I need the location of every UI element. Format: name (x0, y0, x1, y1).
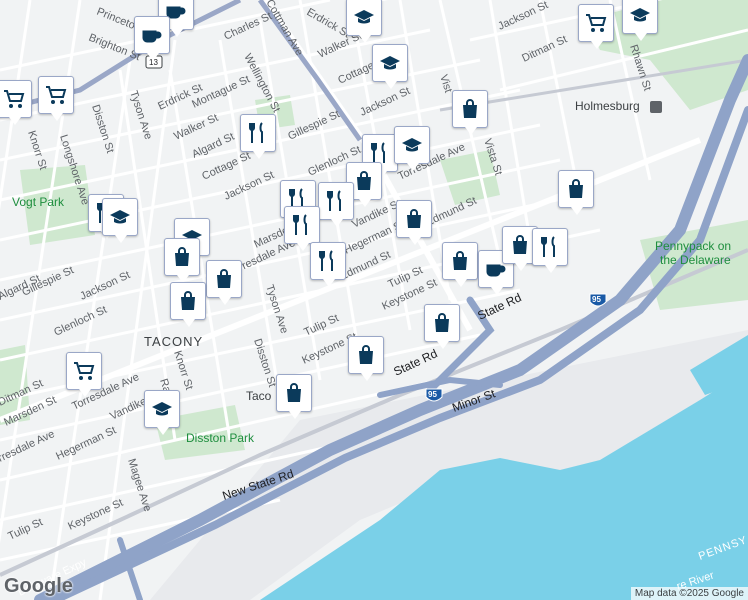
coffee-marker[interactable] (134, 16, 170, 61)
school-icon (110, 210, 130, 224)
shopping-bag-icon (569, 179, 583, 198)
cart-icon (74, 362, 95, 380)
shopping-bag-icon (357, 171, 371, 190)
shopping-bag-icon (463, 99, 477, 118)
fork-knife-icon (319, 250, 333, 271)
cart-icon (46, 86, 67, 104)
grocery-marker[interactable] (38, 76, 74, 121)
svg-text:95: 95 (592, 295, 601, 304)
shopping-marker[interactable] (164, 238, 200, 283)
i95-shield-2: 95 (425, 388, 443, 402)
school-icon (630, 8, 650, 22)
shopping-marker[interactable] (424, 304, 460, 349)
restaurant-marker[interactable] (240, 114, 276, 159)
school-icon (152, 402, 172, 416)
map-attribution: Map data ©2025 Google (630, 587, 748, 600)
grocery-marker[interactable] (66, 352, 102, 397)
shopping-bag-icon (181, 291, 195, 310)
shopping-bag-icon (435, 313, 449, 332)
shopping-marker[interactable] (452, 90, 488, 135)
school-icon (380, 56, 400, 70)
shopping-bag-icon (287, 383, 301, 402)
school-marker[interactable] (372, 44, 408, 89)
school-icon (402, 138, 422, 152)
restaurant-marker[interactable] (318, 182, 354, 227)
school-marker[interactable] (102, 198, 138, 243)
restaurant-marker[interactable] (284, 206, 320, 251)
school-icon (354, 10, 374, 24)
i95-shield-1: 95 (589, 293, 607, 307)
shopping-marker[interactable] (348, 336, 384, 381)
fork-knife-icon (249, 122, 263, 143)
coffee-icon (142, 30, 162, 43)
google-logo: Google (4, 575, 73, 597)
shopping-marker[interactable] (396, 200, 432, 245)
fork-knife-icon (327, 190, 341, 211)
school-marker[interactable] (394, 126, 430, 171)
area-tacony: TACONY (144, 334, 203, 349)
shopping-bag-icon (453, 251, 467, 270)
school-marker[interactable] (144, 390, 180, 435)
area-holmesburg: Holmesburg (575, 99, 640, 113)
svg-text:95: 95 (428, 390, 437, 399)
shopping-bag-icon (175, 247, 189, 266)
restaurant-marker[interactable] (532, 228, 568, 273)
shopping-bag-icon (217, 269, 231, 288)
shopping-marker[interactable] (558, 170, 594, 215)
shopping-marker[interactable] (276, 374, 312, 419)
shopping-marker[interactable] (442, 242, 478, 287)
map-canvas[interactable]: TACONY Holmesburg Vogt Park Disston Park… (0, 0, 748, 600)
area-vogt-park: Vogt Park (12, 195, 65, 209)
grocery-marker[interactable] (0, 80, 32, 125)
shopping-marker[interactable] (206, 260, 242, 305)
area-pennypack-1: Pennypack on (655, 239, 731, 253)
area-tacony-partial: Taco (246, 389, 272, 403)
shopping-bag-icon (359, 345, 373, 364)
fork-knife-icon (541, 236, 555, 257)
cart-icon (4, 90, 25, 108)
fork-knife-icon (293, 214, 307, 235)
area-pennypack-2: the Delaware (660, 253, 731, 267)
area-disston-park: Disston Park (186, 431, 255, 445)
grocery-marker[interactable] (578, 4, 614, 49)
cart-icon (586, 14, 607, 32)
shopping-bag-icon (407, 209, 421, 228)
school-marker[interactable] (346, 0, 382, 43)
train-station-icon (650, 101, 662, 113)
shopping-bag-icon (513, 235, 527, 254)
shopping-marker[interactable] (170, 282, 206, 327)
school-marker[interactable] (622, 0, 658, 41)
map-base: TACONY Holmesburg Vogt Park Disston Park… (0, 0, 748, 600)
restaurant-marker[interactable] (310, 242, 346, 287)
